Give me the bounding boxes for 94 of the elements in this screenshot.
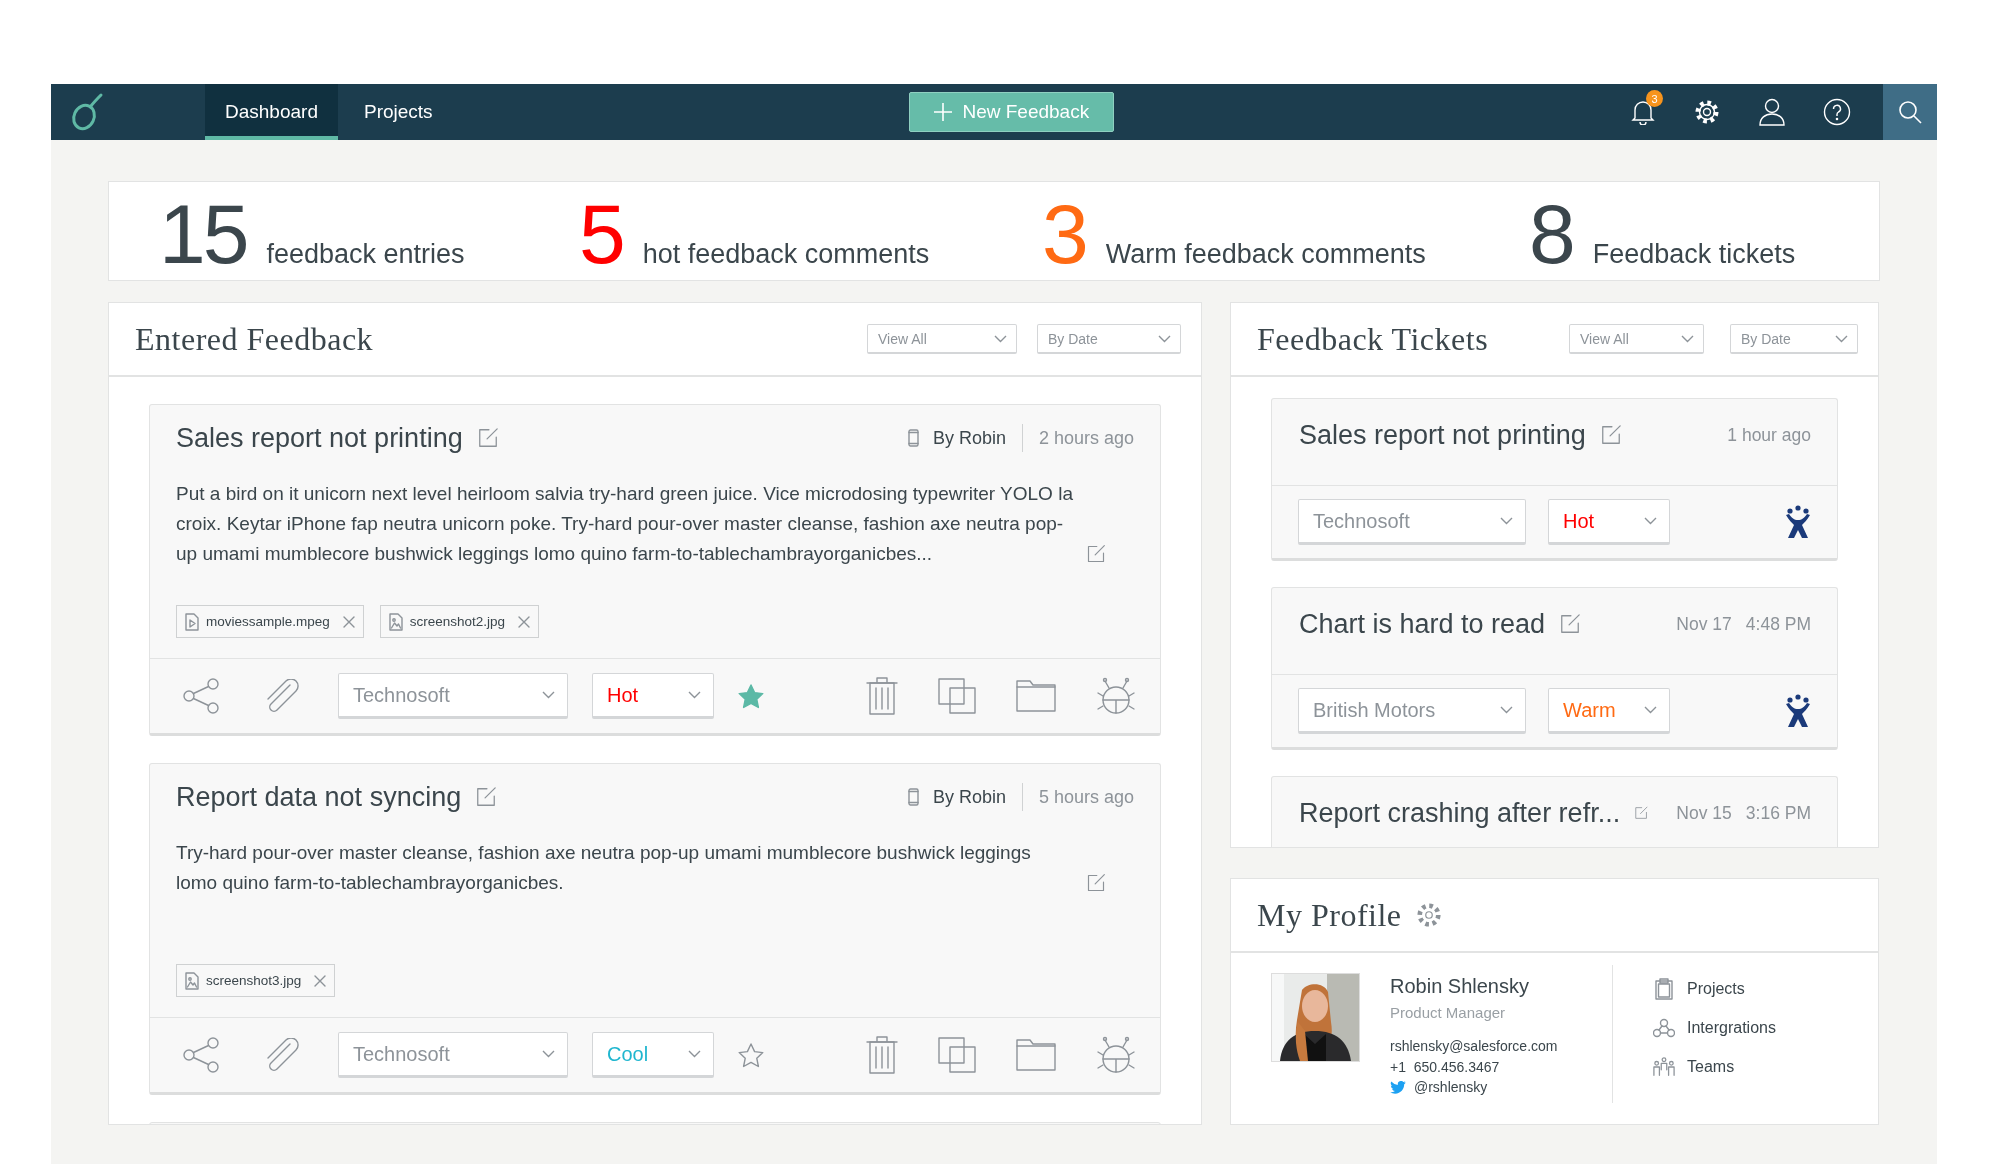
clipboard-icon bbox=[1653, 978, 1675, 1000]
trash-icon[interactable] bbox=[866, 1036, 898, 1074]
stat-label: hot feedback comments bbox=[642, 239, 930, 270]
user-icon[interactable] bbox=[1759, 98, 1785, 126]
stat-label: feedback entries bbox=[266, 239, 465, 270]
ticket-title[interactable]: Sales report not printing bbox=[1299, 419, 1586, 451]
stat-label: Feedback tickets bbox=[1592, 239, 1796, 270]
stat-label: Warm feedback comments bbox=[1105, 239, 1426, 270]
panel-title: My Profile bbox=[1257, 896, 1402, 934]
profile-link[interactable]: Projects bbox=[1653, 978, 1776, 1000]
edit-icon[interactable] bbox=[1086, 873, 1106, 893]
folder-icon[interactable] bbox=[1016, 680, 1056, 712]
feedback-text: Put a bird on it unicorn next level heirloom salvia try-hard green juice. Vice microdosing typewriter YOLO la croix. Keytar iPhone fap neutra unicorn poke. Try-hard pour-over master cleanse, fashion axe neutra pop-up umami mumblecore bushwick leggings lomo quino farm-to-tablechambrayorganicbes... bbox=[176, 482, 1074, 566]
ticket-date: Nov 15 bbox=[1676, 802, 1732, 824]
notification-badge: 3 bbox=[1646, 90, 1663, 107]
ticket-date: Nov 17 bbox=[1676, 613, 1732, 635]
profile-link[interactable]: Intergrations bbox=[1653, 1018, 1776, 1038]
priority-select[interactable]: Hot bbox=[592, 673, 714, 719]
remove-icon[interactable] bbox=[314, 974, 327, 987]
caret-icon bbox=[542, 691, 555, 699]
share-icon[interactable] bbox=[182, 1037, 222, 1073]
email-text: rshlensky@salesforce.com bbox=[1390, 1038, 1559, 1054]
timestamp: 5 hours ago bbox=[1038, 786, 1134, 808]
help-icon[interactable] bbox=[1823, 98, 1851, 126]
attachment-chip[interactable]: screenshot3.jpg bbox=[176, 964, 336, 997]
timestamp: 2 hours ago bbox=[1038, 427, 1134, 449]
star-icon[interactable] bbox=[738, 683, 764, 709]
profile-role: Product Manager bbox=[1390, 1004, 1507, 1021]
profile-link[interactable]: Teams bbox=[1653, 1056, 1776, 1078]
stat-number: 3 bbox=[1042, 192, 1086, 276]
panel-title: Entered Feedback bbox=[135, 320, 375, 358]
phone-text: +1 650.456.3467 bbox=[1390, 1059, 1501, 1075]
nav-tab[interactable]: Projects bbox=[343, 84, 453, 140]
settings-icon[interactable] bbox=[1693, 98, 1721, 126]
remove-icon[interactable] bbox=[342, 615, 355, 628]
timestamp: 4:48 PM bbox=[1745, 613, 1811, 635]
raised-arms-figure-icon[interactable] bbox=[1785, 505, 1811, 539]
video-file-icon bbox=[185, 612, 199, 631]
caret-icon bbox=[688, 1050, 701, 1058]
star-icon[interactable] bbox=[738, 1042, 764, 1068]
stat-number: 15 bbox=[159, 192, 247, 276]
search-button[interactable] bbox=[1883, 84, 1937, 140]
logo[interactable] bbox=[69, 92, 105, 132]
edit-icon[interactable] bbox=[1559, 613, 1582, 635]
author-label: By Robin bbox=[932, 427, 1006, 449]
network-icon bbox=[1653, 1018, 1675, 1038]
attachment-chip[interactable]: moviessample.mpeg bbox=[176, 605, 364, 638]
nav-tab[interactable]: Dashboard bbox=[205, 84, 338, 140]
share-icon[interactable] bbox=[182, 678, 222, 714]
edit-icon[interactable] bbox=[475, 786, 498, 808]
caret-icon bbox=[1500, 706, 1513, 714]
image-file-icon bbox=[185, 971, 199, 990]
edit-icon[interactable] bbox=[1599, 424, 1622, 446]
feedback-title[interactable]: Report data not syncing bbox=[176, 781, 462, 813]
caret-icon bbox=[1644, 706, 1657, 714]
phone-icon bbox=[907, 429, 919, 447]
bug-icon[interactable] bbox=[1096, 1035, 1136, 1075]
plus-icon bbox=[934, 103, 953, 121]
edit-icon[interactable] bbox=[476, 427, 499, 449]
timestamp: 1 hour ago bbox=[1727, 424, 1811, 446]
caret-icon bbox=[542, 1050, 555, 1058]
timestamp: 3:16 PM bbox=[1745, 802, 1811, 824]
image-file-icon bbox=[388, 612, 403, 631]
bird-icon bbox=[1390, 1080, 1406, 1094]
caret-icon bbox=[688, 691, 701, 699]
copy-icon[interactable] bbox=[938, 678, 976, 714]
ticket-title[interactable]: Chart is hard to read bbox=[1299, 608, 1546, 640]
author-label: By Robin bbox=[932, 786, 1006, 808]
stat-number: 8 bbox=[1529, 192, 1573, 276]
copy-icon[interactable] bbox=[938, 1037, 976, 1073]
twitter-handle[interactable]: @rshlensky bbox=[1414, 1079, 1488, 1095]
feedback-text: Try-hard pour-over master cleanse, fashion axe neutra pop-up umami mumblecore bushwick leggings lomo quino farm-to-tablechambrayorganicbes. bbox=[176, 841, 1032, 895]
remove-icon[interactable] bbox=[518, 615, 531, 628]
search-icon bbox=[1898, 100, 1922, 124]
folder-icon[interactable] bbox=[1016, 1039, 1056, 1071]
caret-icon bbox=[1644, 517, 1657, 525]
phone-icon bbox=[907, 788, 919, 806]
trash-icon[interactable] bbox=[866, 677, 898, 715]
ticket-title[interactable]: Report crashing after refr... bbox=[1299, 797, 1621, 829]
feedback-title[interactable]: Sales report not printing bbox=[176, 422, 463, 454]
caret-icon bbox=[1681, 334, 1694, 343]
profile-name: Robin Shlensky bbox=[1390, 975, 1530, 998]
caret-icon bbox=[1500, 517, 1513, 525]
caret-icon bbox=[1158, 334, 1171, 343]
team-icon bbox=[1653, 1056, 1675, 1078]
edit-icon[interactable] bbox=[1086, 544, 1106, 564]
caret-icon bbox=[994, 334, 1007, 343]
priority-select[interactable]: Hot bbox=[1548, 499, 1670, 545]
attachment-chip[interactable]: screenshot2.jpg bbox=[379, 605, 540, 638]
stat-number: 5 bbox=[579, 192, 623, 276]
raised-arms-figure-icon[interactable] bbox=[1785, 694, 1811, 728]
bug-icon[interactable] bbox=[1096, 676, 1136, 716]
panel-title: Feedback Tickets bbox=[1257, 320, 1490, 358]
caret-icon bbox=[1835, 334, 1848, 343]
